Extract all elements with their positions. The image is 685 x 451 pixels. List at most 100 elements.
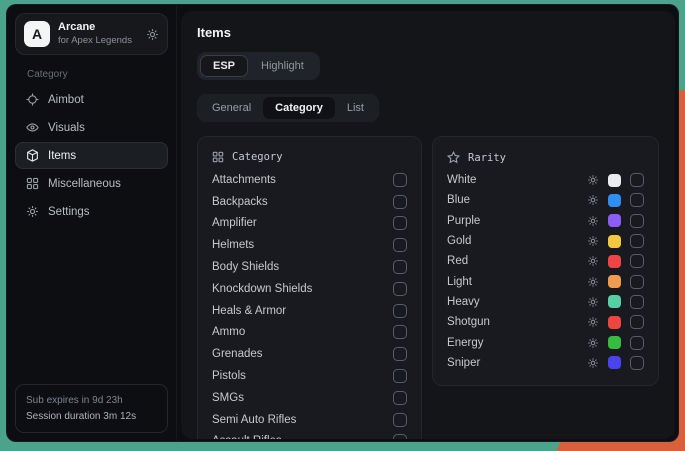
- rarity-row-label: Red: [447, 255, 587, 267]
- star-icon: [447, 151, 460, 164]
- category-checkbox[interactable]: [393, 282, 407, 296]
- crosshair-icon: [26, 93, 39, 106]
- rarity-row: Sniper: [447, 353, 644, 373]
- gear-icon[interactable]: [146, 28, 159, 41]
- sidebar-item-aimbot[interactable]: Aimbot: [15, 86, 168, 113]
- rarity-row-controls: [587, 295, 644, 309]
- rarity-checkbox[interactable]: [630, 193, 644, 207]
- gear-icon[interactable]: [587, 316, 599, 328]
- category-panel-title: Category: [232, 151, 283, 163]
- gear-icon[interactable]: [587, 215, 599, 227]
- rarity-color-swatch[interactable]: [608, 174, 621, 187]
- category-checkbox[interactable]: [393, 434, 407, 439]
- rarity-row-label: Sniper: [447, 357, 587, 369]
- rarity-checkbox[interactable]: [630, 173, 644, 187]
- gear-icon[interactable]: [587, 276, 599, 288]
- rarity-checkbox[interactable]: [630, 295, 644, 309]
- rarity-checkbox[interactable]: [630, 275, 644, 289]
- esp-toggle-button[interactable]: ESP: [200, 55, 248, 77]
- category-row-label: Helmets: [212, 239, 393, 251]
- rarity-checkbox[interactable]: [630, 234, 644, 248]
- box-icon: [26, 149, 39, 162]
- rarity-row-controls: [587, 193, 644, 207]
- category-checkbox[interactable]: [393, 369, 407, 383]
- sidebar-item-label: Aimbot: [48, 94, 84, 106]
- rarity-color-swatch[interactable]: [608, 214, 621, 227]
- category-row: Heals & Armor: [212, 300, 407, 322]
- category-row: Grenades: [212, 343, 407, 365]
- category-checkbox[interactable]: [393, 413, 407, 427]
- gear-icon[interactable]: [587, 337, 599, 349]
- esp-highlight-toggle: ESP Highlight: [197, 52, 320, 80]
- app-header-card: A Arcane for Apex Legends: [15, 13, 168, 55]
- gear-icon[interactable]: [587, 235, 599, 247]
- sidebar-section-label: Category: [27, 69, 168, 80]
- rarity-row: Gold: [447, 231, 644, 251]
- rarity-color-swatch[interactable]: [608, 336, 621, 349]
- category-checkbox[interactable]: [393, 173, 407, 187]
- category-checkbox[interactable]: [393, 391, 407, 405]
- sidebar-item-visuals[interactable]: Visuals: [15, 114, 168, 141]
- rarity-color-swatch[interactable]: [608, 316, 621, 329]
- sidebar-item-settings[interactable]: Settings: [15, 198, 168, 225]
- tab-category[interactable]: Category: [263, 97, 335, 119]
- gear-icon[interactable]: [587, 194, 599, 206]
- session-duration-text: Session duration 3m 12s: [26, 409, 157, 425]
- rarity-row: Heavy: [447, 292, 644, 312]
- category-row-list: Attachments Backpacks Amplifier: [212, 169, 407, 439]
- page-title: Items: [197, 25, 659, 40]
- rarity-row: Red: [447, 251, 644, 271]
- subscription-info-card: Sub expires in 9d 23h Session duration 3…: [15, 384, 168, 433]
- rarity-row-label: Shotgun: [447, 316, 587, 328]
- category-row: Ammo: [212, 322, 407, 344]
- category-row-label: Pistols: [212, 370, 393, 382]
- category-row: Backpacks: [212, 191, 407, 213]
- rarity-row-label: Heavy: [447, 296, 587, 308]
- category-panel-header: Category: [212, 151, 407, 163]
- sidebar-item-items[interactable]: Items: [15, 142, 168, 169]
- rarity-row: Shotgun: [447, 312, 644, 332]
- rarity-row: Light: [447, 271, 644, 291]
- gear-icon[interactable]: [587, 357, 599, 369]
- category-checkbox[interactable]: [393, 325, 407, 339]
- category-checkbox[interactable]: [393, 216, 407, 230]
- highlight-toggle-button[interactable]: Highlight: [248, 55, 317, 77]
- category-row-label: Ammo: [212, 326, 393, 338]
- rarity-color-swatch[interactable]: [608, 194, 621, 207]
- sidebar-item-label: Miscellaneous: [48, 178, 121, 190]
- rarity-panel-header: Rarity: [447, 151, 644, 164]
- app-subtitle: for Apex Legends: [58, 35, 138, 47]
- rarity-row-controls: [587, 315, 644, 329]
- category-row: Helmets: [212, 234, 407, 256]
- rarity-row-label: White: [447, 174, 587, 186]
- rarity-color-swatch[interactable]: [608, 235, 621, 248]
- category-checkbox[interactable]: [393, 260, 407, 274]
- category-checkbox[interactable]: [393, 347, 407, 361]
- gear-icon[interactable]: [587, 296, 599, 308]
- category-checkbox[interactable]: [393, 195, 407, 209]
- tab-general[interactable]: General: [200, 97, 263, 119]
- app-logo: A: [24, 21, 50, 47]
- rarity-checkbox[interactable]: [630, 214, 644, 228]
- category-row: Semi Auto Rifles: [212, 409, 407, 431]
- rarity-panel-title: Rarity: [468, 152, 506, 164]
- rarity-color-swatch[interactable]: [608, 275, 621, 288]
- rarity-checkbox[interactable]: [630, 356, 644, 370]
- rarity-row-controls: [587, 254, 644, 268]
- category-row: Knockdown Shields: [212, 278, 407, 300]
- category-row-label: Amplifier: [212, 217, 393, 229]
- panels-row: Category Attachments Backpacks: [197, 136, 659, 439]
- sidebar-item-miscellaneous[interactable]: Miscellaneous: [15, 170, 168, 197]
- gear-icon[interactable]: [587, 174, 599, 186]
- category-checkbox[interactable]: [393, 304, 407, 318]
- rarity-row-label: Blue: [447, 194, 587, 206]
- rarity-checkbox[interactable]: [630, 315, 644, 329]
- rarity-color-swatch[interactable]: [608, 255, 621, 268]
- rarity-checkbox[interactable]: [630, 336, 644, 350]
- rarity-color-swatch[interactable]: [608, 295, 621, 308]
- category-checkbox[interactable]: [393, 238, 407, 252]
- rarity-checkbox[interactable]: [630, 254, 644, 268]
- tab-list[interactable]: List: [335, 97, 376, 119]
- gear-icon[interactable]: [587, 255, 599, 267]
- rarity-color-swatch[interactable]: [608, 356, 621, 369]
